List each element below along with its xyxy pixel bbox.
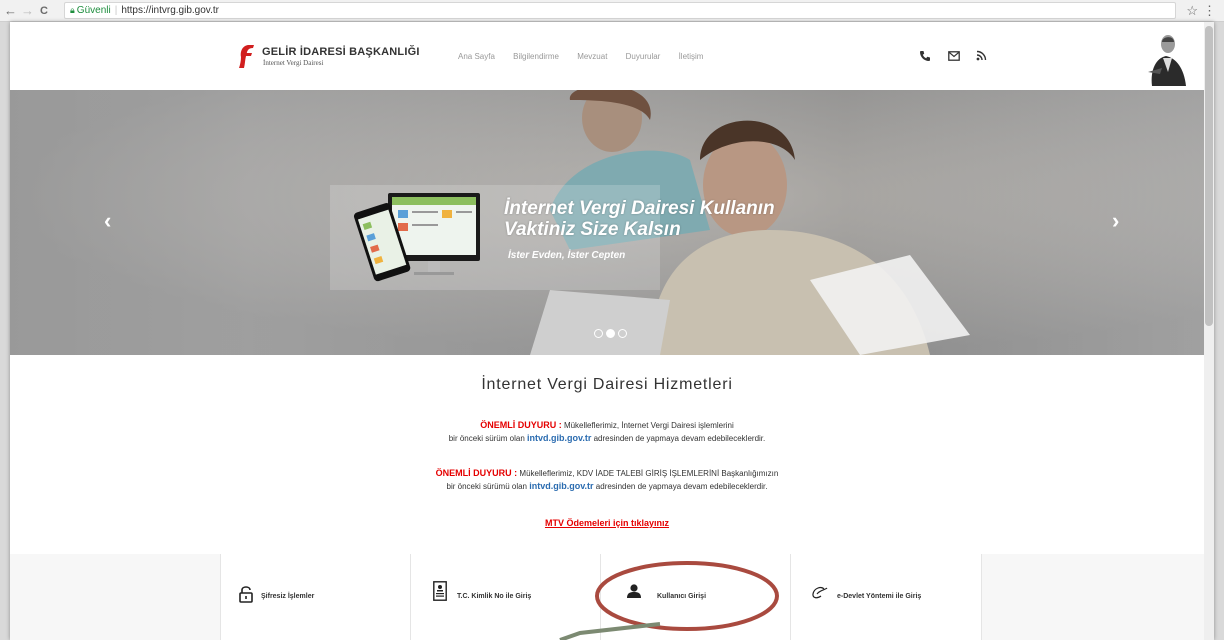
notice-1-line2-post: adresinden de yapmaya devam edebilecekle… [593,434,766,443]
mail-icon[interactable] [948,51,960,61]
tile-tc-kimlik-giris[interactable]: T.C. Kimlik No ile Giriş [410,554,600,640]
page-scrollbar[interactable] [1204,22,1214,640]
address-bar[interactable]: 🔒︎ Güvenli | https://intvrg.gib.gov.tr [64,2,1176,19]
notice-1: ÖNEMLİ DUYURU : Mükelleflerimiz, İnterne… [10,419,1204,445]
notice-2-label: ÖNEMLİ DUYURU : [435,468,518,478]
reload-icon[interactable]: C [40,3,48,19]
notice-1-line2-pre: bir önceki sürüm olan [448,434,525,443]
notice-2-link[interactable]: intvd.gib.gov.tr [529,481,593,491]
tile-label-kullanici: Kullanıcı Girişi [657,593,707,600]
logo-title[interactable]: GELİR İDARESİ BAŞKANLIĞI [262,46,420,58]
slider-dot-2[interactable] [606,329,615,338]
hero-title-line2: Vaktiniz Size Kalsın [504,219,681,240]
phone-icon[interactable] [919,50,931,62]
services-title: İnternet Vergi Dairesi Hizmetleri [481,376,733,393]
unlock-icon [239,586,253,603]
secure-label: Güvenli [76,5,111,16]
slider-prev-icon[interactable]: ‹ [104,208,111,234]
browser-toolbar: ← → C 🔒︎ Güvenli | https://intvrg.gib.gov.t… [0,0,1224,22]
notice-2-line2-pre: bir önceki sürümü olan [446,482,527,491]
tile-label-sifresiz: Şifresiz İşlemler [261,593,315,600]
scrollbar-thumb[interactable] [1205,26,1213,326]
notice-2: ÖNEMLİ DUYURU : Mükelleflerimiz, KDV İAD… [10,467,1204,493]
forward-icon[interactable]: → [21,3,34,19]
notice-2-line1: Mükelleflerimiz, KDV İADE TALEBİ GİRİŞ İ… [519,469,779,478]
slider-dot-3[interactable] [618,329,627,338]
ataturk-portrait [1148,35,1186,86]
edevlet-icon [812,587,828,599]
tile-label-tc-kimlik: T.C. Kimlik No ile Giriş [457,593,532,600]
back-icon[interactable]: ← [4,3,17,19]
bookmark-star-icon[interactable]: ☆ [1186,3,1198,19]
gib-logo-icon[interactable] [238,44,255,69]
mtv-payment-link[interactable]: MTV Ödemeleri için tıklayınız [10,518,1204,528]
hero-subtitle: İster Evden, İster Cepten [508,250,626,261]
notice-1-label: ÖNEMLİ DUYURU : [480,420,562,430]
hero-title: İnternet Vergi Dairesi Kullanın Vaktiniz… [504,198,775,240]
services-section: İnternet Vergi Dairesi Hizmetleri ÖNEMLİ… [10,355,1204,640]
notice-1-link[interactable]: intvd.gib.gov.tr [527,433,591,443]
notice-1-line1: Mükelleflerimiz, İnternet Vergi Dairesi … [563,421,734,430]
nav-item-bilgilendirme[interactable]: Bilgilendirme [513,52,559,61]
browser-menu-icon[interactable]: ⋮ [1203,3,1216,19]
slider-next-icon[interactable]: › [1112,208,1119,234]
nav-item-duyurular[interactable]: Duyurular [626,52,661,61]
rss-icon[interactable] [976,50,987,61]
nav-item-ana-sayfa[interactable]: Ana Sayfa [458,52,495,61]
login-options: Şifresiz İşlemler T.C. Kimlik No ile Gir… [10,554,1204,640]
web-page: GELİR İDARESİ BAŞKANLIĞI İnternet Vergi … [10,22,1214,640]
id-card-icon [433,581,447,601]
slider-dot-1[interactable] [594,329,603,338]
slider-dots [594,325,630,343]
tile-label-edevlet: e-Devlet Yöntemi ile Giriş [837,593,922,600]
tile-kullanici-girisi[interactable]: Kullanıcı Girişi [600,554,790,640]
main-nav: Ana Sayfa Bilgilendirme Mevzuat Duyurula… [458,52,719,61]
hero-title-line1: İnternet Vergi Dairesi Kullanın [504,198,775,219]
logo-subtitle: İnternet Vergi Dairesi [263,59,324,67]
nav-item-mevzuat[interactable]: Mevzuat [577,52,607,61]
nav-item-iletisim[interactable]: İletişim [679,52,704,61]
lock-icon: 🔒︎ [70,5,75,15]
hero-slider: ‹ › İnternet Vergi Dairesi Kullanın Vakt… [10,90,1204,355]
site-header: GELİR İDARESİ BAŞKANLIĞI İnternet Vergi … [10,22,1204,90]
url-text[interactable]: https://intvrg.gib.gov.tr [121,5,219,16]
notice-2-line2-post: adresinden de yapmaya devam edebilecekle… [595,482,768,491]
tile-edevlet-giris[interactable]: e-Devlet Yöntemi ile Giriş [790,554,982,640]
tile-sifresiz-islemler[interactable]: Şifresiz İşlemler [220,554,410,640]
address-separator: | [114,5,118,16]
user-icon [627,584,641,598]
